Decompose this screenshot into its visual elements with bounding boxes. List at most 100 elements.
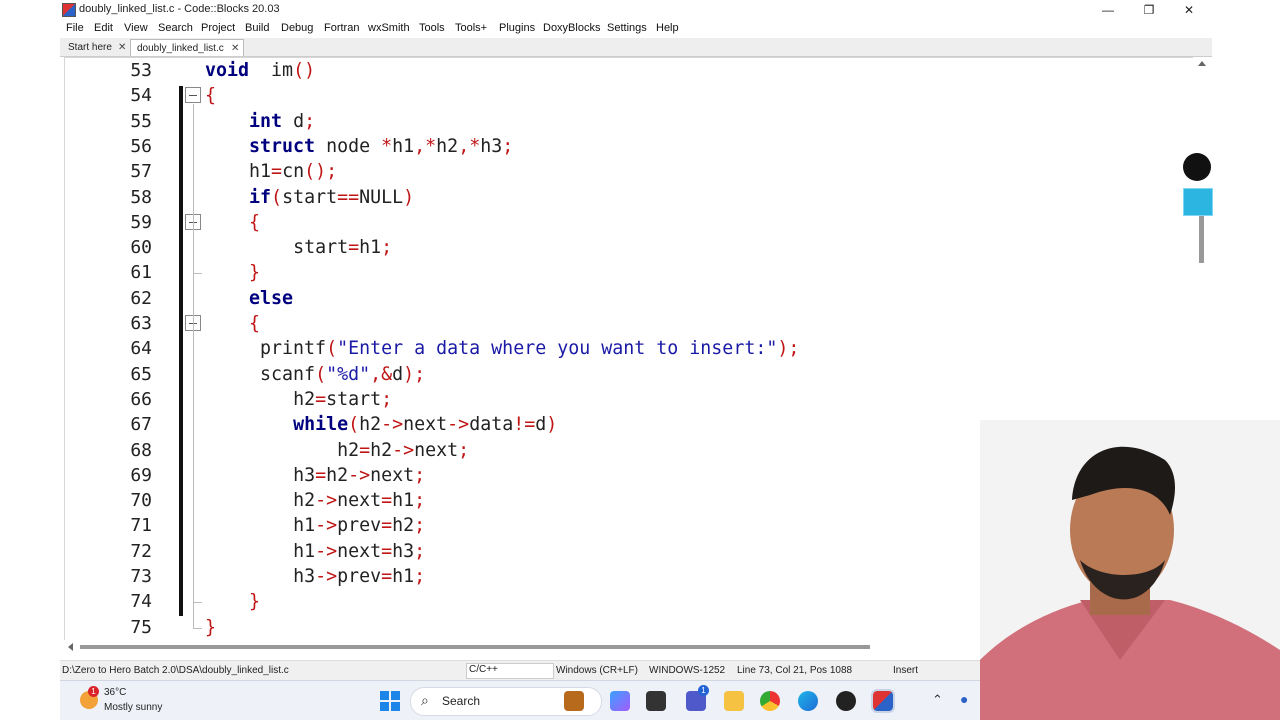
menu-doxyblocks[interactable]: DoxyBlocks bbox=[543, 22, 600, 34]
edge-icon[interactable] bbox=[798, 691, 818, 711]
tab-doubly-linked-list[interactable]: doubly_linked_list.c ✕ bbox=[130, 39, 244, 56]
cyan-widget-icon[interactable] bbox=[1183, 188, 1213, 216]
code-token: ); bbox=[403, 363, 426, 385]
code-token: h1 bbox=[392, 135, 415, 157]
line-number: 70 bbox=[130, 490, 152, 512]
webcam-overlay bbox=[980, 420, 1280, 720]
menu-help[interactable]: Help bbox=[656, 22, 679, 34]
scroll-thumb[interactable] bbox=[1199, 215, 1204, 263]
line-number: 54 bbox=[130, 85, 152, 107]
code-token: scanf bbox=[260, 363, 316, 385]
code-token: h2 bbox=[293, 490, 316, 512]
codeblocks-taskbar-icon[interactable] bbox=[871, 689, 895, 713]
close-tab-icon[interactable]: ✕ bbox=[231, 40, 239, 57]
code-line: while(h2->next->data!=d) bbox=[205, 412, 557, 437]
line-number: 53 bbox=[130, 60, 152, 81]
code-token: ( bbox=[271, 186, 283, 208]
menu-tools[interactable]: Tools bbox=[419, 22, 445, 34]
windows-start-icon[interactable] bbox=[380, 691, 400, 711]
horizontal-scroll-thumb[interactable] bbox=[80, 645, 870, 649]
code-token: * bbox=[381, 135, 393, 157]
menu-search[interactable]: Search bbox=[158, 22, 193, 34]
menu-project[interactable]: Project bbox=[201, 22, 235, 34]
code-line: h3=h2->next; bbox=[205, 463, 425, 488]
task-view-icon[interactable] bbox=[646, 691, 666, 711]
obs-icon[interactable] bbox=[836, 691, 856, 711]
code-token: = bbox=[381, 540, 393, 562]
code-line: { bbox=[205, 311, 260, 336]
line-number: 67 bbox=[130, 414, 152, 436]
weather-widget[interactable]: 1 36°C Mostly sunny bbox=[78, 685, 188, 717]
menu-tools-plus[interactable]: Tools+ bbox=[455, 22, 487, 34]
scroll-up-arrow-icon[interactable] bbox=[1198, 61, 1206, 66]
menu-wxsmith[interactable]: wxSmith bbox=[368, 22, 410, 34]
status-language[interactable]: C/C++ bbox=[466, 663, 554, 679]
code-line: else bbox=[205, 286, 293, 311]
line-number: 61 bbox=[130, 262, 152, 284]
code-token: = bbox=[359, 439, 371, 461]
code-token: = bbox=[315, 464, 327, 486]
tab-start-here[interactable]: Start here ✕ bbox=[62, 39, 130, 56]
line-number: 68 bbox=[130, 439, 152, 461]
teams-icon[interactable]: 1 bbox=[686, 685, 709, 711]
code-token: ,& bbox=[370, 363, 393, 385]
file-explorer-icon[interactable] bbox=[724, 691, 744, 711]
menu-plugins[interactable]: Plugins bbox=[499, 22, 535, 34]
code-token: } bbox=[249, 591, 261, 613]
code-token: h2 bbox=[293, 388, 316, 410]
line-number: 72 bbox=[130, 540, 152, 562]
microphone-icon[interactable]: ● bbox=[960, 691, 968, 707]
code-token: start bbox=[282, 186, 338, 208]
code-token: -> bbox=[315, 515, 338, 537]
maximize-button[interactable]: ❐ bbox=[1135, 2, 1163, 18]
copilot-icon[interactable] bbox=[610, 691, 630, 711]
scroll-left-arrow-icon[interactable] bbox=[68, 643, 73, 651]
code-token: cn bbox=[282, 161, 305, 183]
code-line: h2=start; bbox=[205, 387, 392, 412]
menu-build[interactable]: Build bbox=[245, 22, 269, 34]
code-token: != bbox=[513, 414, 536, 436]
lock-badge-icon[interactable] bbox=[1183, 153, 1211, 181]
code-token: d bbox=[535, 414, 547, 436]
code-token: next bbox=[403, 414, 448, 436]
close-tab-icon[interactable]: ✕ bbox=[118, 39, 126, 56]
code-token: = bbox=[315, 388, 327, 410]
minimize-button[interactable]: — bbox=[1094, 2, 1122, 18]
chevron-up-icon[interactable]: ⌃ bbox=[932, 692, 943, 708]
code-line: h1->prev=h2; bbox=[205, 513, 425, 538]
code-line: int d; bbox=[205, 109, 315, 134]
code-token: h1 bbox=[392, 490, 415, 512]
code-token: -> bbox=[315, 566, 338, 587]
code-token: = bbox=[381, 515, 393, 537]
code-token: "Enter a data where you want to insert:" bbox=[337, 338, 778, 360]
menu-debug[interactable]: Debug bbox=[281, 22, 313, 34]
menu-fortran[interactable]: Fortran bbox=[324, 22, 359, 34]
close-button[interactable]: ✕ bbox=[1175, 2, 1203, 18]
menu-settings[interactable]: Settings bbox=[607, 22, 647, 34]
menu-view[interactable]: View bbox=[124, 22, 148, 34]
tab-label: Start here bbox=[68, 42, 112, 53]
fold-toggle-icon[interactable] bbox=[185, 87, 201, 104]
line-number: 71 bbox=[130, 515, 152, 537]
line-number: 69 bbox=[130, 464, 152, 486]
menu-edit[interactable]: Edit bbox=[94, 22, 113, 34]
chrome-icon[interactable] bbox=[760, 691, 780, 711]
briefcase-icon[interactable] bbox=[564, 691, 584, 711]
code-token: ; bbox=[414, 540, 426, 562]
menu-file[interactable]: File bbox=[66, 22, 84, 34]
code-token: h1 bbox=[293, 515, 316, 537]
code-token: h2 bbox=[337, 439, 360, 461]
code-line: } bbox=[205, 589, 260, 614]
search-icon: ⌕ bbox=[421, 692, 429, 708]
fold-end-marker bbox=[193, 602, 202, 604]
code-token: NULL bbox=[359, 186, 404, 208]
